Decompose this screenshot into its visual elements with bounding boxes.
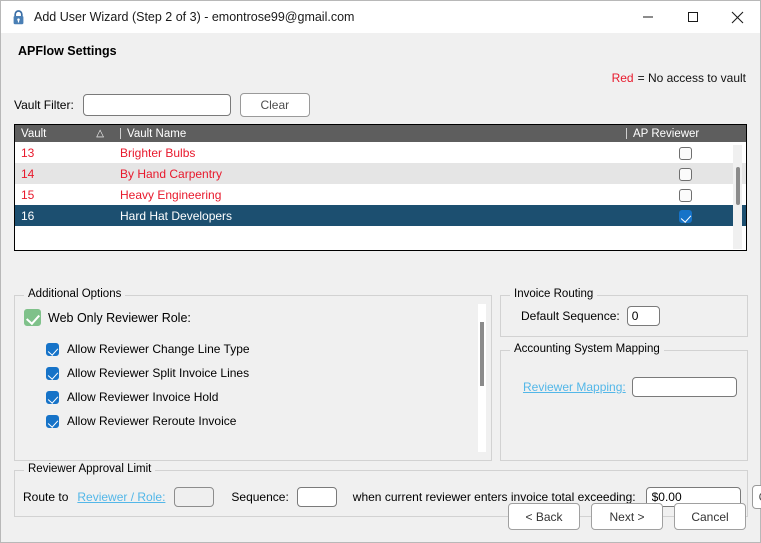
sequence-label: Sequence: [231, 490, 289, 504]
web-only-reviewer-role-label: Web Only Reviewer Role: [48, 310, 191, 325]
default-sequence-label: Default Sequence: [521, 309, 620, 323]
ap-reviewer-checkbox[interactable] [678, 167, 692, 181]
window-title: Add User Wizard (Step 2 of 3) - emontros… [34, 10, 355, 24]
clear-filter-button[interactable]: Clear [239, 93, 310, 117]
cell-vault-name: Heavy Engineering [120, 187, 222, 202]
sort-ascending-icon: △ [96, 127, 104, 139]
window-controls [625, 1, 760, 33]
reviewer-approval-limit-title: Reviewer Approval Limit [24, 463, 156, 475]
option-allow-change-line-type[interactable]: Allow Reviewer Change Line Type [46, 339, 250, 359]
column-header-vault[interactable]: Vault △ [15, 125, 114, 142]
ap-reviewer-checkbox[interactable] [678, 209, 692, 223]
allow-change-line-type-checkbox[interactable] [46, 342, 59, 356]
cell-vault-name: By Hand Carpentry [120, 166, 223, 181]
web-only-reviewer-role-row[interactable]: Web Only Reviewer Role: [24, 309, 191, 326]
lock-icon [11, 9, 25, 25]
allow-invoice-hold-label: Allow Reviewer Invoice Hold [67, 390, 219, 404]
option-allow-invoice-hold[interactable]: Allow Reviewer Invoice Hold [46, 387, 250, 407]
accounting-system-mapping-group: Accounting System Mapping Reviewer Mappi… [500, 343, 748, 461]
default-sequence-row: Default Sequence: [521, 306, 660, 326]
reviewer-role-link[interactable]: Reviewer / Role: [77, 490, 165, 504]
cell-vault-id: 15 [21, 187, 35, 202]
ap-reviewer-checkbox[interactable] [678, 188, 692, 202]
invoice-routing-group: Invoice Routing Default Sequence: [500, 288, 748, 337]
reviewer-role-input[interactable] [174, 487, 215, 507]
cell-vault-id: 16 [21, 208, 35, 223]
option-allow-reroute-invoice[interactable]: Allow Reviewer Reroute Invoice [46, 411, 250, 431]
ap-reviewer-checkbox[interactable] [678, 146, 692, 160]
add-user-wizard-window: Add User Wizard (Step 2 of 3) - emontros… [0, 0, 761, 543]
table-row[interactable]: 15 Heavy Engineering [15, 184, 746, 205]
header-divider [626, 127, 627, 139]
allow-change-line-type-label: Allow Reviewer Change Line Type [67, 342, 250, 356]
minimize-button[interactable] [625, 1, 670, 33]
cell-ap-reviewer [618, 163, 746, 184]
back-button[interactable]: < Back [508, 503, 580, 530]
allow-split-invoice-lines-checkbox[interactable] [46, 366, 59, 380]
cell-ap-reviewer [618, 205, 746, 226]
accounting-system-mapping-title: Accounting System Mapping [510, 343, 664, 355]
table-row[interactable]: 13 Brighter Bulbs [15, 142, 746, 163]
allow-split-invoice-lines-label: Allow Reviewer Split Invoice Lines [67, 366, 250, 380]
default-sequence-input[interactable] [626, 306, 660, 326]
cell-ap-reviewer [618, 184, 746, 205]
cell-vault-id: 13 [21, 145, 35, 160]
wizard-footer: < Back Next > Cancel [508, 503, 746, 530]
additional-options-group: Additional Options Web Only Reviewer Rol… [14, 288, 492, 461]
exceeding-label: when current reviewer enters invoice tot… [352, 490, 636, 504]
cell-vault-name: Brighter Bulbs [120, 145, 196, 160]
maximize-button[interactable] [670, 1, 715, 33]
cell-ap-reviewer [618, 142, 746, 163]
additional-options-scrollbar-thumb[interactable] [480, 322, 484, 386]
column-header-vault-label: Vault [21, 127, 47, 140]
reviewer-mapping-input[interactable] [631, 377, 737, 397]
vault-filter-label: Vault Filter: [14, 98, 74, 112]
sub-options-list: Allow Reviewer Change Line Type Allow Re… [46, 339, 250, 435]
table-scrollbar-thumb[interactable] [736, 167, 740, 205]
vault-filter-row: Vault Filter: Clear [14, 93, 310, 117]
allow-invoice-hold-checkbox[interactable] [46, 390, 59, 404]
column-header-vault-name[interactable]: Vault Name [114, 125, 618, 142]
allow-reroute-invoice-checkbox[interactable] [46, 414, 59, 428]
reviewer-mapping-row: Reviewer Mapping: [523, 377, 737, 397]
option-allow-split-invoice-lines[interactable]: Allow Reviewer Split Invoice Lines [46, 363, 250, 383]
reviewer-mapping-link[interactable]: Reviewer Mapping: [523, 380, 626, 394]
sequence-input[interactable] [296, 487, 337, 507]
route-to-label: Route to [23, 490, 69, 504]
additional-options-title: Additional Options [24, 288, 126, 300]
legend-description: = No access to vault [637, 71, 746, 85]
additional-options-scrollbar[interactable] [478, 304, 486, 452]
table-row[interactable]: 14 By Hand Carpentry [15, 163, 746, 184]
legend-red-word: Red [611, 71, 634, 85]
cancel-button[interactable]: Cancel [674, 503, 746, 530]
table-scrollbar[interactable] [733, 145, 742, 249]
page-title: APFlow Settings [18, 44, 117, 58]
clear-amount-button[interactable]: Clear [751, 485, 761, 509]
invoice-routing-title: Invoice Routing [510, 288, 598, 300]
no-access-legend: Red = No access to vault [612, 71, 746, 85]
column-header-ap-reviewer[interactable]: AP Reviewer [618, 125, 746, 142]
vault-filter-input[interactable] [82, 94, 231, 116]
next-button[interactable]: Next > [591, 503, 663, 530]
column-header-ap-reviewer-label: AP Reviewer [633, 127, 700, 140]
vault-table: Vault △ Vault Name AP Reviewer 13 Bright… [14, 124, 747, 251]
cell-vault-name: Hard Hat Developers [120, 208, 233, 223]
header-divider [120, 127, 121, 139]
wizard-content: APFlow Settings Red = No access to vault … [1, 33, 761, 542]
title-bar: Add User Wizard (Step 2 of 3) - emontros… [1, 1, 760, 33]
allow-reroute-invoice-label: Allow Reviewer Reroute Invoice [67, 414, 237, 428]
table-header-row: Vault △ Vault Name AP Reviewer [15, 125, 746, 142]
column-header-vault-name-label: Vault Name [127, 127, 187, 140]
cell-vault-id: 14 [21, 166, 35, 181]
web-only-reviewer-role-checkbox[interactable] [24, 309, 41, 326]
close-button[interactable] [715, 1, 760, 33]
table-row[interactable]: 16 Hard Hat Developers [15, 205, 746, 226]
